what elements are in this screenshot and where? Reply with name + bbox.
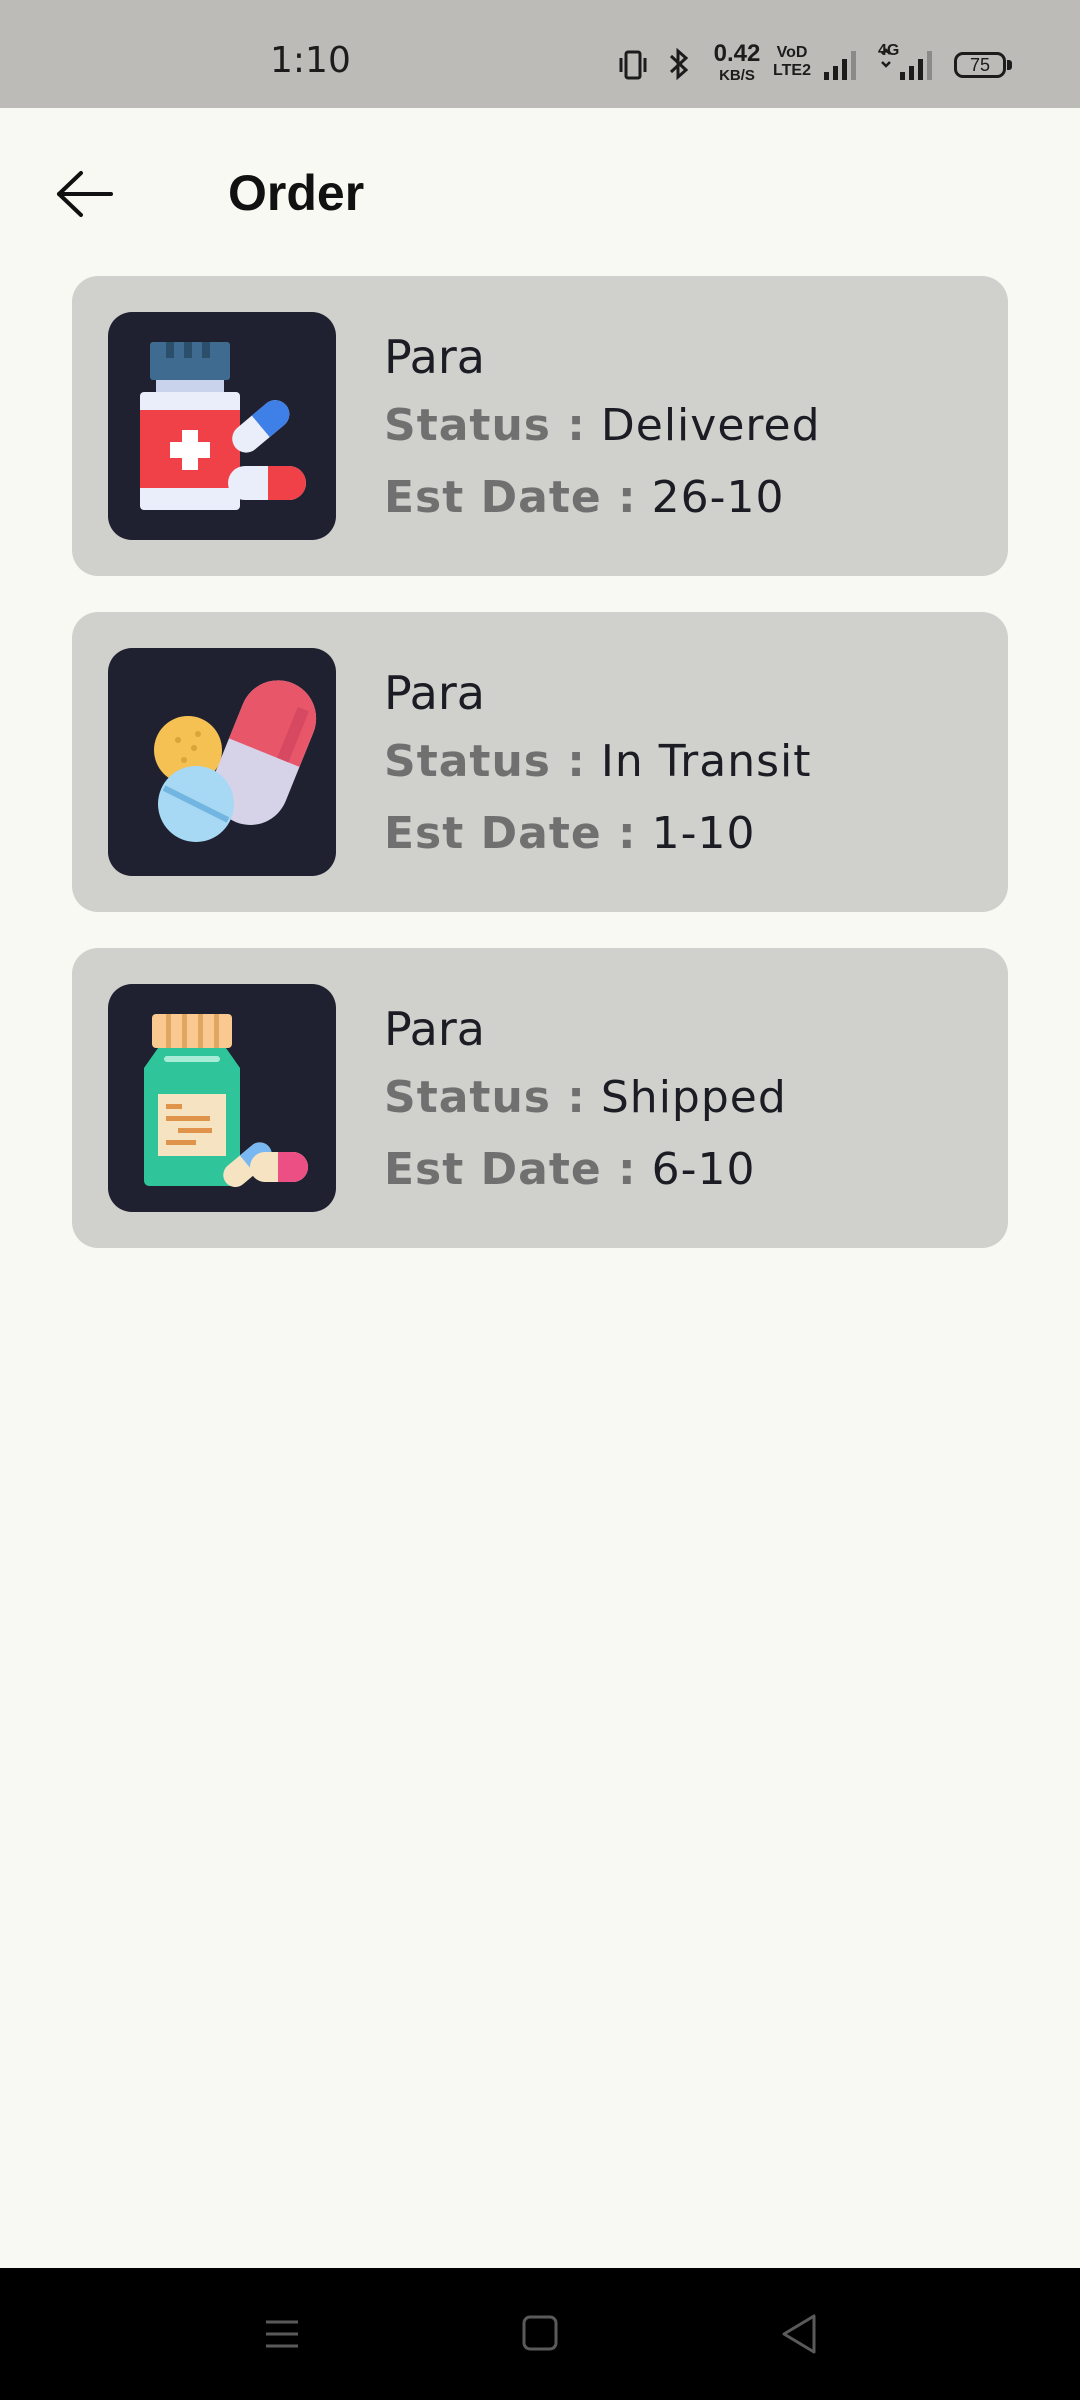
order-card[interactable]: Para Status : Shipped Est Date : 6-10 [72, 948, 1008, 1248]
order-details: Para Status : Shipped Est Date : 6-10 [384, 996, 787, 1206]
network-speed-unit: KB/S [719, 67, 755, 84]
battery-icon: 75 [954, 52, 1012, 78]
date-label: Est Date : [384, 472, 637, 523]
item-name: Para [384, 666, 485, 720]
order-details: Para Status : Delivered Est Date : 26-10 [384, 324, 821, 534]
bluetooth-icon [666, 46, 692, 86]
back-button[interactable] [40, 152, 130, 236]
date-value: 6-10 [651, 1144, 756, 1195]
pills-capsule-icon [108, 648, 336, 876]
vibrate-icon [616, 50, 650, 84]
date-line: Est Date : 26-10 [384, 462, 821, 534]
page-title: Order [228, 165, 365, 221]
volte-line2: LTE2 [773, 62, 811, 79]
order-details: Para Status : In Transit Est Date : 1-10 [384, 660, 811, 870]
signal-strength-2-icon [878, 48, 938, 86]
date-label: Est Date : [384, 1144, 637, 1195]
medicine-bottle-pills-icon [108, 312, 336, 540]
order-card[interactable]: Para Status : Delivered Est Date : 26-10 [72, 276, 1008, 576]
navigation-bar [0, 2268, 1080, 2400]
status-label: Status : [384, 736, 586, 787]
status-line: Status : In Transit [384, 726, 811, 798]
status-time: 1:10 [270, 40, 351, 81]
home-icon[interactable] [510, 2308, 570, 2360]
status-value: Delivered [600, 400, 821, 451]
signal-strength-icon [822, 48, 862, 86]
status-label: Status : [384, 1072, 586, 1123]
back-triangle-icon[interactable] [770, 2308, 830, 2360]
syrup-bottle-pills-icon [108, 984, 336, 1212]
menu-icon[interactable] [252, 2308, 312, 2360]
status-value: In Transit [600, 736, 812, 787]
network-speed: 0.42 KB/S [708, 40, 766, 84]
network-speed-value: 0.42 [713, 40, 761, 67]
item-name: Para [384, 330, 485, 384]
date-value: 1-10 [651, 808, 756, 859]
date-value: 26-10 [651, 472, 785, 523]
status-label: Status : [384, 400, 586, 451]
status-bar: 1:10 0.42 KB/S VoD LTE2 4G 75 [0, 0, 1080, 108]
volte-indicator: VoD LTE2 [772, 44, 812, 80]
volte-line1: VoD [776, 44, 808, 61]
date-label: Est Date : [384, 808, 637, 859]
date-line: Est Date : 1-10 [384, 798, 811, 870]
status-line: Status : Delivered [384, 390, 821, 462]
date-line: Est Date : 6-10 [384, 1134, 787, 1206]
order-list: Para Status : Delivered Est Date : 26-10 [72, 276, 1008, 1284]
arrow-left-icon [57, 171, 113, 217]
status-line: Status : Shipped [384, 1062, 787, 1134]
order-card[interactable]: Para Status : In Transit Est Date : 1-10 [72, 612, 1008, 912]
status-value: Shipped [600, 1072, 787, 1123]
item-name: Para [384, 1002, 485, 1056]
